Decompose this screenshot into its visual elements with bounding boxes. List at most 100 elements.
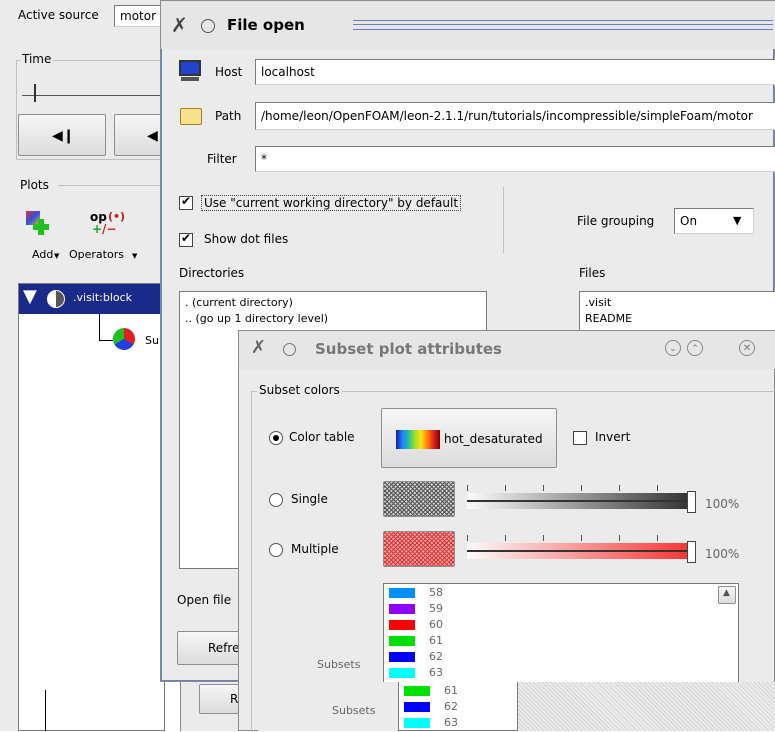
refresh-label: Refre <box>208 641 240 655</box>
check-icon: ✔ <box>181 194 192 208</box>
directory-item[interactable]: . (current directory) <box>185 296 293 309</box>
slider-track <box>467 550 695 552</box>
subsets-list[interactable]: 58 59 60 61 62 63 ▲ <box>383 583 739 683</box>
subset-colors-label: Subset colors <box>257 383 342 397</box>
visibility-icon[interactable] <box>47 290 65 308</box>
subset-swatch <box>389 636 415 646</box>
subset-item-label: 60 <box>429 618 443 631</box>
file-open-titlebar[interactable]: ✗ File open <box>161 1 775 49</box>
host-label: Host <box>215 65 243 79</box>
slider-handle[interactable] <box>687 541 696 563</box>
multiple-label: Multiple <box>291 542 339 556</box>
color-table-button[interactable]: hot_desaturated <box>381 408 557 468</box>
operators-dropdown-icon: ▼ <box>132 252 138 260</box>
chevron-down-icon: ▼ <box>733 214 742 227</box>
subset-item-label: 61 <box>429 634 443 647</box>
single-opacity-value: 100% <box>705 497 740 511</box>
host-icon <box>179 60 201 82</box>
subset-item-label: 58 <box>429 586 443 599</box>
subset-item-label: 59 <box>429 602 443 615</box>
plot-list[interactable]: ▼ .visit:block Su <box>18 283 165 731</box>
check-icon: ✔ <box>181 231 192 245</box>
subset-item-label: 62 <box>429 650 443 663</box>
file-item[interactable]: README <box>585 312 632 325</box>
single-label: Single <box>291 492 328 506</box>
color-table-radio[interactable]: Color table <box>269 429 359 447</box>
main-window-right-edge <box>45 690 46 731</box>
multiple-opacity-slider[interactable] <box>467 533 699 567</box>
ghost-subsets-label: Subsets <box>332 704 376 717</box>
single-color-button[interactable] <box>383 481 455 517</box>
step-back-icon: ◀❙ <box>52 128 75 144</box>
subset-item-label: 63 <box>429 666 443 679</box>
active-source-select[interactable]: motor <box>114 5 164 27</box>
window-menu-icon[interactable] <box>201 19 215 33</box>
app-logo-icon: ✗ <box>171 13 188 37</box>
maximize-icon[interactable]: ⌃ <box>687 340 703 356</box>
invert-checkbox[interactable]: Invert <box>573 429 653 447</box>
plot-list-item-label: .visit:block <box>73 291 133 304</box>
file-item[interactable]: .visit <box>585 296 611 309</box>
color-table-label: Color table <box>289 430 355 444</box>
window-menu-icon[interactable] <box>283 343 296 356</box>
host-field[interactable]: localhost <box>255 59 775 85</box>
time-slider-track[interactable] <box>22 95 165 96</box>
expand-arrow-icon[interactable]: ▼ <box>23 286 37 307</box>
multiple-radio[interactable]: Multiple <box>269 541 369 559</box>
slider-track <box>467 500 695 502</box>
close-icon[interactable]: ✕ <box>739 340 755 356</box>
main-window: Active source motor Time ◀❙ ◀ Plots Add … <box>0 0 165 731</box>
open-file-label: Open file <box>177 593 232 607</box>
operators-label: Operators <box>69 248 124 261</box>
show-dot-label: Show dot files <box>204 232 289 246</box>
scroll-up-button[interactable]: ▲ <box>718 586 736 604</box>
minimize-icon[interactable]: ⌄ <box>665 340 681 356</box>
filter-label: Filter <box>207 152 237 166</box>
subset-plot-icon <box>113 328 135 350</box>
slider-handle[interactable] <box>687 491 696 513</box>
multiple-opacity-value: 100% <box>705 547 740 561</box>
use-cwd-checkbox-box[interactable]: ✔ <box>179 194 193 210</box>
subset-swatch <box>389 668 415 678</box>
show-dot-checkbox[interactable]: ✔ Show dot files <box>179 231 309 249</box>
ghost-subset-strip: Subsets 61 62 63 <box>258 682 775 731</box>
app-logo-icon: ✗ <box>251 337 267 358</box>
subsets-label: Subsets <box>317 658 361 671</box>
use-cwd-checkbox[interactable]: ✔ Use "current working directory" by def… <box>179 194 484 212</box>
reverse-play-button[interactable]: ◀ <box>114 114 165 156</box>
file-grouping-label: File grouping <box>577 214 655 228</box>
subset-dialog-titlebar[interactable]: ✗ Subset plot attributes ⌄ ⌃ ✕ <box>239 331 775 369</box>
single-opacity-slider[interactable] <box>467 483 699 517</box>
scroll-up-icon: ▲ <box>723 588 730 598</box>
multiple-color-button[interactable] <box>383 531 455 567</box>
add-plot-button[interactable]: Add ▼ <box>20 210 66 268</box>
time-slider-handle[interactable] <box>34 84 36 102</box>
directories-label: Directories <box>179 266 245 280</box>
color-table-value: hot_desaturated <box>444 432 543 446</box>
subset-dialog-title: Subset plot attributes <box>315 340 502 358</box>
add-plot-icon <box>26 211 50 235</box>
path-field[interactable]: /home/leon/OpenFOAM/leon-2.1.1/run/tutor… <box>255 102 775 130</box>
operators-icon: op (•) + /− <box>90 210 126 236</box>
single-radio[interactable]: Single <box>269 491 359 509</box>
file-open-title: File open <box>227 16 305 34</box>
folder-icon <box>180 108 202 125</box>
prev-frame-button[interactable]: ◀❙ <box>18 114 106 156</box>
tree-line <box>99 314 100 340</box>
plot-list-item[interactable]: ▼ .visit:block <box>19 284 165 314</box>
slider-ticks <box>467 485 695 491</box>
subset-swatch <box>389 588 415 598</box>
operators-button[interactable]: op (•) + /− Operators ▼ <box>66 210 146 268</box>
filter-field[interactable]: * <box>255 146 775 172</box>
show-dot-checkbox-box[interactable]: ✔ <box>179 231 193 247</box>
plots-divider <box>58 185 165 186</box>
options-separator <box>503 187 504 253</box>
color-table-swatch-icon <box>396 430 440 449</box>
file-grouping-value: On <box>680 214 698 228</box>
invert-label: Invert <box>595 430 631 444</box>
file-grouping-select[interactable]: On ▼ <box>674 208 754 234</box>
titlebar-stripes <box>353 20 773 30</box>
directory-item[interactable]: .. (go up 1 directory level) <box>185 312 328 325</box>
active-source-label: Active source <box>18 8 99 22</box>
plots-label: Plots <box>20 178 49 192</box>
